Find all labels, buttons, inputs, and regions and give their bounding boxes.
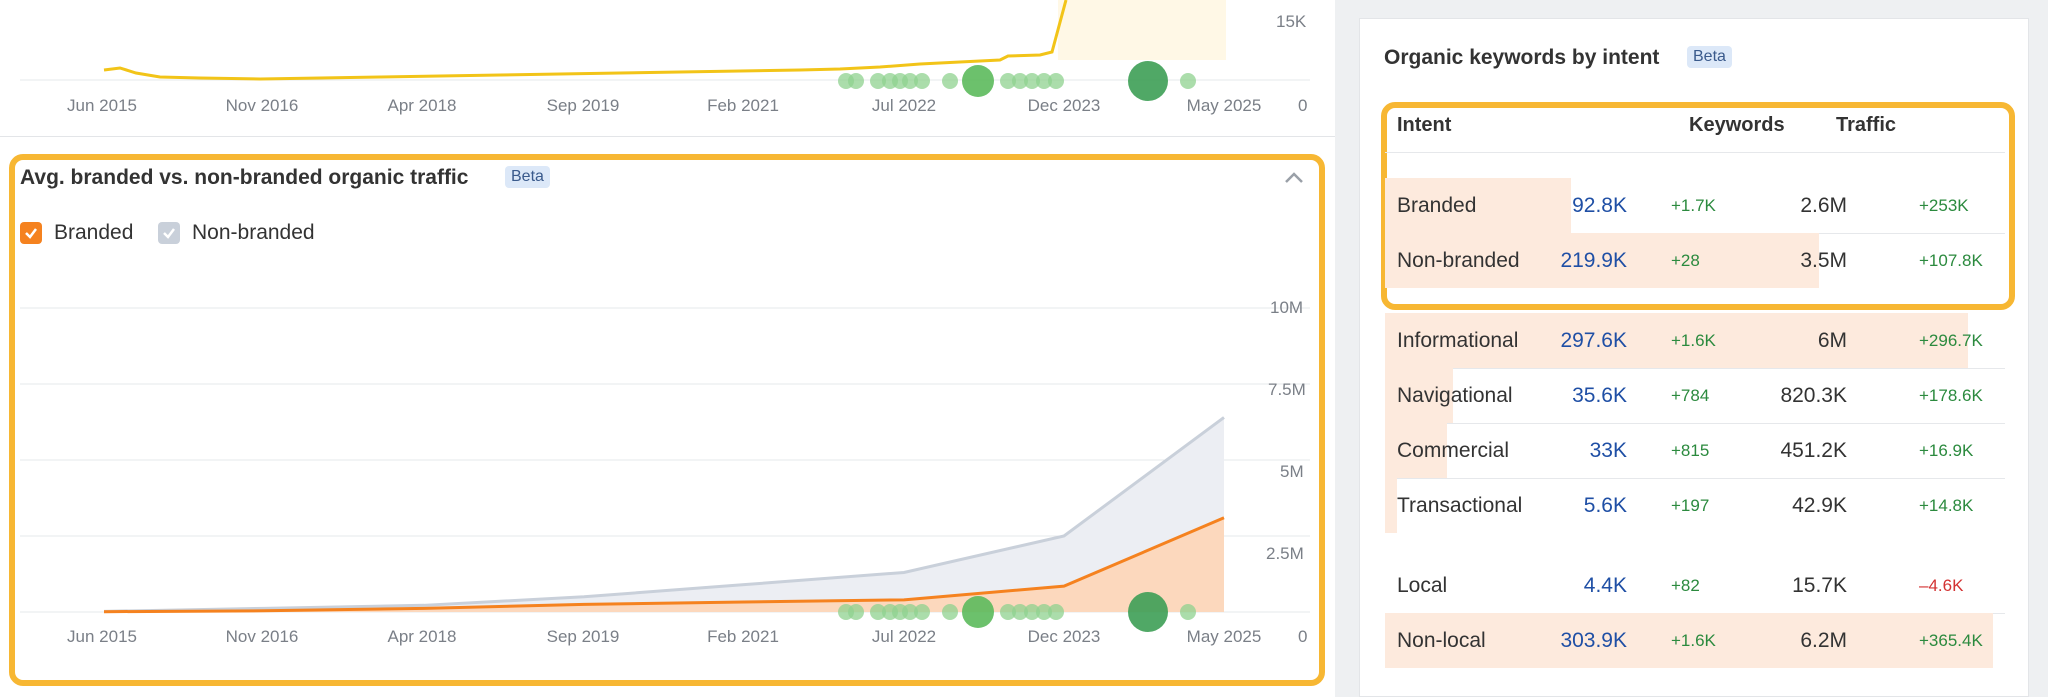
legend-branded[interactable]: Branded [20, 221, 133, 245]
x-tick: Apr 2018 [387, 627, 457, 646]
intent-row[interactable]: Branded 92.8K +1.7K 2.6M +253K [1385, 178, 2005, 233]
keywords-delta: +784 [1671, 386, 1710, 405]
traffic-value: 2.6M [1800, 194, 1847, 217]
header-divider [1385, 152, 2005, 153]
top-y-tick: 15K [1276, 12, 1307, 31]
beta-badge: Beta [1687, 46, 1732, 68]
keywords-value[interactable]: 4.4K [1584, 574, 1627, 598]
keywords-value[interactable]: 35.6K [1572, 384, 1627, 408]
header-keywords[interactable]: Keywords [1689, 114, 1785, 137]
header-intent: Intent [1397, 114, 1452, 136]
legend-label: Branded [54, 221, 134, 244]
top-x-tick: Jul 2022 [871, 96, 937, 115]
keywords-value[interactable]: 303.9K [1560, 629, 1627, 653]
x-tick: Nov 2016 [225, 627, 299, 646]
intent-name: Non-branded [1397, 249, 1520, 272]
keywords-value[interactable]: 92.8K [1572, 194, 1627, 218]
top-x-tick: Apr 2018 [387, 96, 457, 115]
x-tick: Jul 2022 [871, 627, 937, 646]
top-x-tick: Feb 2021 [707, 96, 779, 115]
legend-non-branded[interactable]: Non-branded [158, 221, 315, 245]
traffic-delta: +296.7K [1919, 331, 1983, 350]
intent-row[interactable]: Non-branded 219.9K +28 3.5M +107.8K [1385, 233, 2005, 288]
intent-name: Local [1397, 574, 1448, 597]
intent-row[interactable]: Transactional 5.6K +197 42.9K +14.8K [1385, 478, 2005, 533]
header-traffic[interactable]: Traffic [1836, 114, 1896, 137]
intent-card-title: Organic keywords by intent [1384, 46, 1660, 69]
intent-name: Commercial [1397, 439, 1510, 462]
intent-name: Transactional [1397, 494, 1523, 517]
y-tick: 10M [1270, 298, 1304, 317]
beta-badge: Beta [505, 166, 550, 188]
checkbox-checked-icon[interactable] [20, 222, 42, 244]
traffic-value: 6M [1817, 329, 1847, 352]
checkbox-checked-icon[interactable] [158, 222, 180, 244]
keywords-delta: +815 [1671, 441, 1710, 460]
y-tick: 0 [1298, 627, 1308, 646]
x-tick: Feb 2021 [707, 627, 779, 646]
traffic-value: 42.9K [1792, 494, 1847, 517]
traffic-value: 3.5M [1800, 249, 1847, 272]
top-x-tick: Sep 2019 [546, 96, 620, 115]
intent-name: Navigational [1397, 384, 1513, 407]
top-x-tick: Dec 2023 [1027, 96, 1101, 115]
y-tick: 2.5M [1266, 544, 1304, 563]
intent-name: Informational [1397, 329, 1519, 352]
traffic-delta: +178.6K [1919, 386, 1983, 405]
traffic-delta: –4.6K [1919, 576, 1964, 595]
traffic-delta: +365.4K [1919, 631, 1983, 650]
keywords-delta: +197 [1671, 496, 1710, 515]
collapse-chevron-icon[interactable] [1282, 166, 1306, 190]
traffic-delta: +107.8K [1919, 251, 1983, 270]
keywords-delta: +1.6K [1671, 631, 1716, 650]
x-tick: Jun 2015 [67, 627, 137, 646]
top-x-tick: Nov 2016 [225, 96, 299, 115]
keywords-value[interactable]: 219.9K [1560, 249, 1627, 273]
y-tick: 5M [1280, 462, 1304, 481]
keywords-value[interactable]: 5.6K [1584, 494, 1627, 518]
top-y-tick: 0 [1298, 96, 1308, 115]
keywords-value[interactable]: 33K [1590, 439, 1627, 463]
keywords-value[interactable]: 297.6K [1560, 329, 1627, 353]
top-traffic-chart [20, 0, 1310, 101]
branded-panel-title: Avg. branded vs. non-branded organic tra… [20, 166, 469, 189]
intent-row[interactable]: Navigational 35.6K +784 820.3K +178.6K [1385, 368, 2005, 423]
keywords-delta: +1.6K [1671, 331, 1716, 350]
intent-name: Non-local [1397, 629, 1486, 652]
intent-row[interactable]: Informational 297.6K +1.6K 6M +296.7K [1385, 313, 2005, 368]
traffic-value: 820.3K [1780, 384, 1847, 407]
top-chart-panel: Jun 2015 Nov 2016 Apr 2018 Sep 2019 Feb … [0, 0, 1335, 137]
intent-row[interactable]: Non-local 303.9K +1.6K 6.2M +365.4K [1385, 613, 2005, 668]
traffic-value: 15.7K [1792, 574, 1847, 597]
traffic-delta: +253K [1919, 196, 1969, 215]
top-x-tick: May 2025 [1186, 96, 1262, 115]
traffic-delta: +14.8K [1919, 496, 1974, 515]
legend-label: Non-branded [192, 221, 315, 244]
intent-row[interactable]: Local 4.4K +82 15.7K –4.6K [1385, 558, 2005, 613]
traffic-value: 6.2M [1800, 629, 1847, 652]
intent-name: Branded [1397, 194, 1477, 217]
share-bar [1385, 478, 1398, 533]
x-tick: Sep 2019 [546, 627, 620, 646]
y-tick: 7.5M [1268, 380, 1306, 399]
main-column: Jun 2015 Nov 2016 Apr 2018 Sep 2019 Feb … [0, 0, 1335, 697]
traffic-delta: +16.9K [1919, 441, 1974, 460]
keywords-delta: +28 [1671, 251, 1700, 270]
x-tick: Dec 2023 [1027, 627, 1101, 646]
keywords-delta: +1.7K [1671, 196, 1716, 215]
traffic-value: 451.2K [1780, 439, 1847, 462]
intent-row[interactable]: Commercial 33K +815 451.2K +16.9K [1385, 423, 2005, 478]
top-x-tick: Jun 2015 [67, 96, 137, 115]
x-tick: May 2025 [1186, 627, 1262, 646]
keywords-delta: +82 [1671, 576, 1700, 595]
